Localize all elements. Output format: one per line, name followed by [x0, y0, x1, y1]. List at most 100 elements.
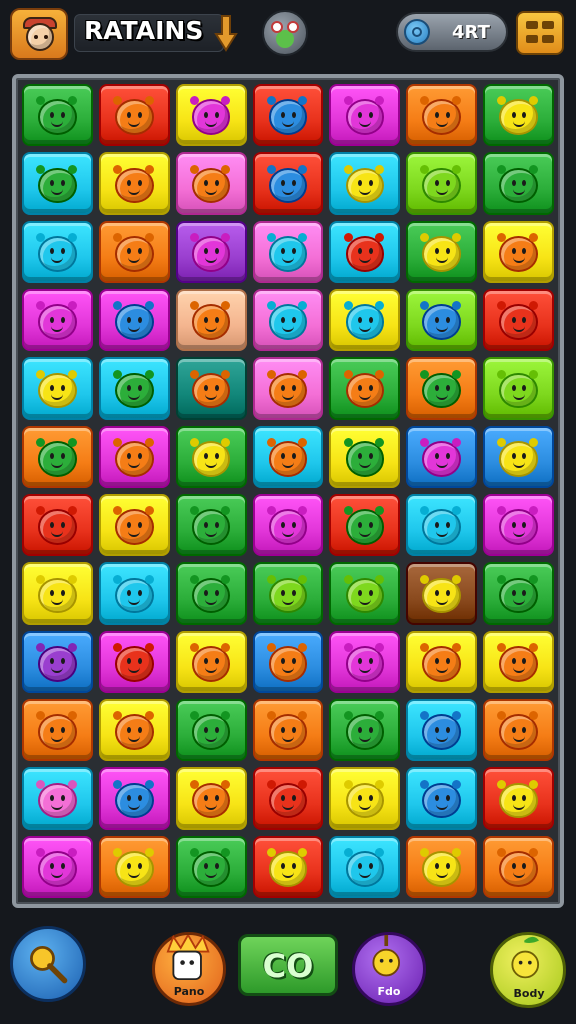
tile-r2-c1[interactable] — [22, 152, 93, 215]
tile-r10-c6[interactable] — [406, 699, 478, 762]
tile-r10-c5[interactable] — [329, 699, 401, 762]
tile-r11-c3[interactable] — [175, 767, 247, 830]
tile-r8-c3[interactable] — [175, 562, 247, 625]
tile-r5-c4[interactable] — [252, 357, 324, 420]
tile-r2-c3[interactable] — [175, 152, 247, 215]
tile-r8-c5[interactable] — [329, 562, 401, 625]
tile-r12-c7[interactable] — [483, 835, 554, 898]
tile-r4-c5[interactable] — [329, 289, 401, 352]
tile-r1-c2[interactable] — [98, 84, 170, 147]
go-button[interactable]: CO — [238, 934, 338, 996]
tile-r8-c4[interactable] — [252, 562, 324, 625]
ear-shape — [221, 848, 231, 858]
magnifier-booster-icon[interactable] — [10, 926, 86, 1002]
tile-r3-c5[interactable] — [329, 220, 401, 283]
tile-r7-c1[interactable] — [22, 494, 93, 557]
tile-r12-c1[interactable] — [22, 835, 93, 898]
tile-r3-c1[interactable] — [22, 220, 93, 283]
tile-r2-c5[interactable] — [329, 152, 401, 215]
tile-r3-c6[interactable] — [406, 220, 478, 283]
tile-r6-c7[interactable] — [483, 425, 554, 488]
tile-r9-c7[interactable] — [483, 630, 554, 693]
tile-r7-c6[interactable] — [406, 494, 478, 557]
go-label: CO — [262, 947, 314, 985]
tile-r3-c3[interactable] — [175, 220, 247, 283]
tile-r9-c2[interactable] — [98, 630, 170, 693]
tile-r12-c2[interactable] — [98, 835, 170, 898]
tile-r1-c4[interactable] — [252, 84, 324, 147]
tile-r4-c1[interactable] — [22, 289, 93, 352]
tile-r7-c4[interactable] — [252, 494, 324, 557]
tile-r2-c2[interactable] — [98, 152, 170, 215]
tile-r5-c5[interactable] — [329, 357, 401, 420]
tile-r6-c5[interactable] — [329, 425, 401, 488]
tile-r1-c6[interactable] — [406, 84, 478, 147]
grid-menu-button[interactable] — [516, 11, 564, 55]
tile-r2-c7[interactable] — [483, 152, 554, 215]
tile-r10-c3[interactable] — [175, 699, 247, 762]
tile-r11-c2[interactable] — [98, 767, 170, 830]
tile-r10-c2[interactable] — [98, 699, 170, 762]
tile-r10-c1[interactable] — [22, 699, 93, 762]
tile-r11-c4[interactable] — [252, 767, 324, 830]
tile-r4-c6[interactable] — [406, 289, 478, 352]
tile-r11-c7[interactable] — [483, 767, 554, 830]
ear-shape — [221, 574, 231, 584]
tile-r7-c3[interactable] — [175, 494, 247, 557]
tile-r6-c6[interactable] — [406, 425, 478, 488]
tile-r8-c7[interactable] — [483, 562, 554, 625]
tile-r1-c5[interactable] — [329, 84, 401, 147]
currency-counter[interactable]: 4RT — [396, 12, 508, 52]
tile-r6-c2[interactable] — [98, 425, 170, 488]
tile-r1-c3[interactable] — [175, 84, 247, 147]
frog-fairy-icon[interactable] — [262, 10, 308, 56]
tile-r9-c1[interactable] — [22, 630, 93, 693]
tile-r8-c6[interactable] — [406, 562, 478, 625]
ear-shape — [343, 574, 353, 584]
tile-r8-c1[interactable] — [22, 562, 93, 625]
tile-r4-c3[interactable] — [175, 289, 247, 352]
tile-r12-c4[interactable] — [252, 835, 324, 898]
chef-avatar-icon[interactable] — [10, 8, 68, 60]
tile-r3-c7[interactable] — [483, 220, 554, 283]
tile-r7-c7[interactable] — [483, 494, 554, 557]
tile-r4-c7[interactable] — [483, 289, 554, 352]
tile-r12-c6[interactable] — [406, 835, 478, 898]
ear-shape — [221, 369, 231, 379]
tile-r1-c7[interactable] — [483, 84, 554, 147]
tile-r5-c1[interactable] — [22, 357, 93, 420]
tile-r1-c1[interactable] — [22, 84, 93, 147]
ear-shape — [221, 233, 231, 243]
tile-r10-c4[interactable] — [252, 699, 324, 762]
tile-r3-c2[interactable] — [98, 220, 170, 283]
tile-r11-c1[interactable] — [22, 767, 93, 830]
tile-r6-c3[interactable] — [175, 425, 247, 488]
flame-booster-button[interactable]: Pano — [152, 932, 226, 1006]
apple-booster-button[interactable]: Body — [490, 932, 566, 1008]
tile-r2-c6[interactable] — [406, 152, 478, 215]
tile-r5-c7[interactable] — [483, 357, 554, 420]
tile-r5-c6[interactable] — [406, 357, 478, 420]
tile-r9-c3[interactable] — [175, 630, 247, 693]
tile-r9-c5[interactable] — [329, 630, 401, 693]
tile-r3-c4[interactable] — [252, 220, 324, 283]
tile-r4-c2[interactable] — [98, 289, 170, 352]
eye-dot — [204, 316, 209, 323]
tile-r5-c2[interactable] — [98, 357, 170, 420]
tile-r7-c2[interactable] — [98, 494, 170, 557]
tile-r7-c5[interactable] — [329, 494, 401, 557]
tile-r4-c4[interactable] — [252, 289, 324, 352]
tile-r12-c3[interactable] — [175, 835, 247, 898]
tile-r11-c6[interactable] — [406, 767, 478, 830]
tile-r2-c4[interactable] — [252, 152, 324, 215]
tile-r9-c4[interactable] — [252, 630, 324, 693]
tile-r6-c1[interactable] — [22, 425, 93, 488]
tile-r8-c2[interactable] — [98, 562, 170, 625]
tile-r6-c4[interactable] — [252, 425, 324, 488]
tile-r11-c5[interactable] — [329, 767, 401, 830]
grape-booster-button[interactable]: Fdo — [352, 932, 426, 1006]
tile-r10-c7[interactable] — [483, 699, 554, 762]
tile-r12-c5[interactable] — [329, 835, 401, 898]
tile-r5-c3[interactable] — [175, 357, 247, 420]
tile-r9-c6[interactable] — [406, 630, 478, 693]
